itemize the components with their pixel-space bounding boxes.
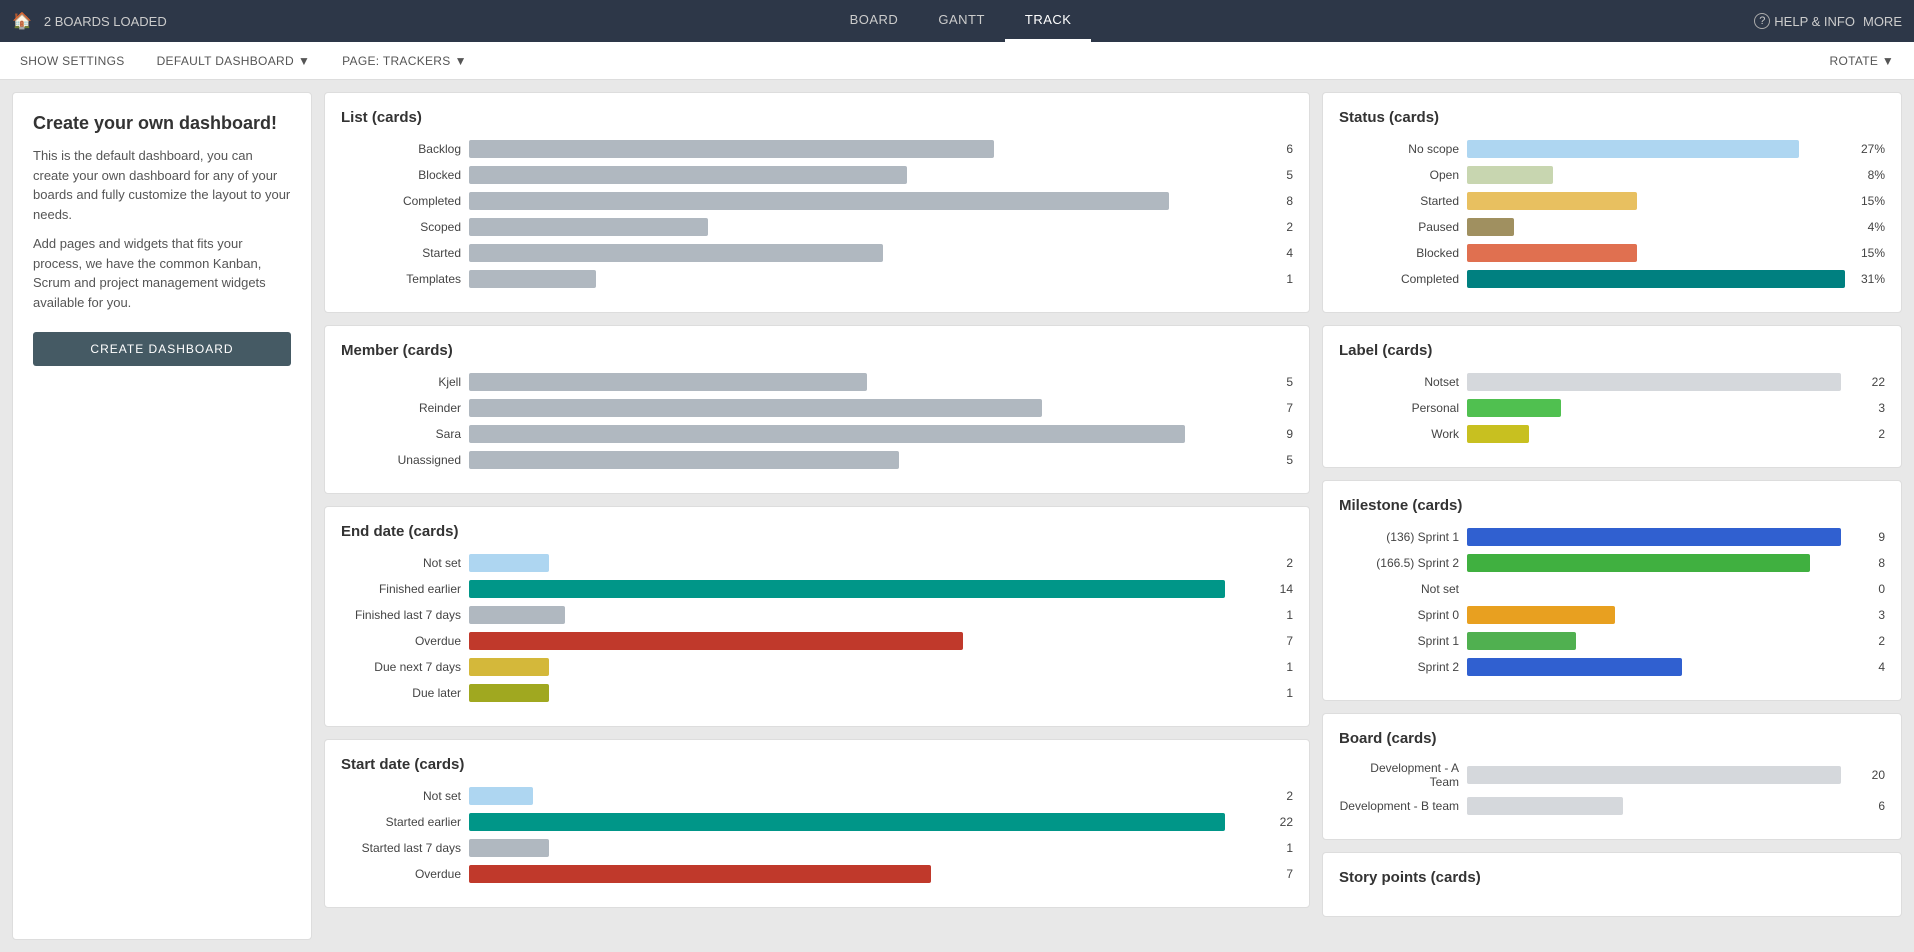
status-row: Paused 4% — [1339, 218, 1885, 236]
enddate-row: Not set 2 — [341, 554, 1293, 572]
boards-loaded-label: 2 BOARDS LOADED — [44, 14, 167, 29]
milestone-row: (136) Sprint 1 9 — [1339, 528, 1885, 546]
chevron-down-icon-2: ▼ — [455, 54, 467, 68]
member-cards-widget: Member (cards) Kjell 5 Reinder 7 Sara 9 … — [324, 325, 1310, 494]
nav-tabs: BOARD GANTT TRACK — [830, 0, 1092, 42]
storypoints-cards-widget: Story points (cards) — [1322, 852, 1902, 917]
milestone-row: (166.5) Sprint 2 8 — [1339, 554, 1885, 572]
member-row: Kjell 5 — [341, 373, 1293, 391]
enddate-cards-title: End date (cards) — [341, 523, 1293, 540]
list-cards-title: List (cards) — [341, 109, 1293, 126]
milestone-row: Sprint 1 2 — [1339, 632, 1885, 650]
list-cards-widget: List (cards) Backlog 6 Blocked 5 Complet… — [324, 92, 1310, 313]
right-nav: ? HELP & INFO MORE — [1754, 13, 1902, 29]
home-icon[interactable]: 🏠 — [12, 11, 32, 31]
status-cards-title: Status (cards) — [1339, 109, 1885, 126]
left-panel: Create your own dashboard! This is the d… — [12, 92, 312, 940]
tab-board[interactable]: BOARD — [830, 0, 919, 42]
member-row: Reinder 7 — [341, 399, 1293, 417]
storypoints-cards-title: Story points (cards) — [1339, 869, 1885, 886]
startdate-cards-title: Start date (cards) — [341, 756, 1293, 773]
tab-gantt[interactable]: GANTT — [918, 0, 1005, 42]
status-row: Completed 31% — [1339, 270, 1885, 288]
board-row: Development - A Team 20 — [1339, 761, 1885, 789]
label-cards-widget: Label (cards) Notset 22 Personal 3 Work … — [1322, 325, 1902, 468]
left-panel-title: Create your own dashboard! — [33, 113, 291, 134]
enddate-cards-widget: End date (cards) Not set 2 Finished earl… — [324, 506, 1310, 727]
page-trackers-button[interactable]: PAGE: TRACKERS ▼ — [334, 50, 475, 72]
default-dashboard-button[interactable]: DEFAULT DASHBOARD ▼ — [149, 50, 319, 72]
sub-nav: SHOW SETTINGS DEFAULT DASHBOARD ▼ PAGE: … — [0, 42, 1914, 80]
member-row: Unassigned 5 — [341, 451, 1293, 469]
status-row: Started 15% — [1339, 192, 1885, 210]
startdate-row: Started earlier 22 — [341, 813, 1293, 831]
enddate-row: Overdue 7 — [341, 632, 1293, 650]
list-row: Templates 1 — [341, 270, 1293, 288]
more-button[interactable]: MORE — [1863, 14, 1902, 29]
list-row: Backlog 6 — [341, 140, 1293, 158]
milestone-cards-widget: Milestone (cards) (136) Sprint 1 9 (166.… — [1322, 480, 1902, 701]
list-row: Blocked 5 — [341, 166, 1293, 184]
center-panel: List (cards) Backlog 6 Blocked 5 Complet… — [324, 92, 1310, 940]
chevron-down-icon: ▼ — [298, 54, 310, 68]
status-row: No scope 27% — [1339, 140, 1885, 158]
label-row: Work 2 — [1339, 425, 1885, 443]
startdate-row: Overdue 7 — [341, 865, 1293, 883]
milestone-row: Not set 0 — [1339, 580, 1885, 598]
left-panel-desc1: This is the default dashboard, you can c… — [33, 146, 291, 224]
board-row: Development - B team 6 — [1339, 797, 1885, 815]
top-nav: 🏠 2 BOARDS LOADED BOARD GANTT TRACK ? HE… — [0, 0, 1914, 42]
startdate-row: Not set 2 — [341, 787, 1293, 805]
right-panel: Status (cards) No scope 27% Open 8% Star… — [1322, 92, 1902, 940]
board-cards-widget: Board (cards) Development - A Team 20 De… — [1322, 713, 1902, 840]
label-row: Personal 3 — [1339, 399, 1885, 417]
left-panel-desc2: Add pages and widgets that fits your pro… — [33, 234, 291, 312]
startdate-cards-widget: Start date (cards) Not set 2 Started ear… — [324, 739, 1310, 908]
milestone-row: Sprint 0 3 — [1339, 606, 1885, 624]
default-dashboard-label: DEFAULT DASHBOARD — [157, 54, 294, 68]
tab-track[interactable]: TRACK — [1005, 0, 1092, 42]
startdate-row: Started last 7 days 1 — [341, 839, 1293, 857]
enddate-row: Due next 7 days 1 — [341, 658, 1293, 676]
enddate-row: Due later 1 — [341, 684, 1293, 702]
milestone-row: Sprint 2 4 — [1339, 658, 1885, 676]
member-row: Sara 9 — [341, 425, 1293, 443]
board-cards-title: Board (cards) — [1339, 730, 1885, 747]
list-row: Scoped 2 — [341, 218, 1293, 236]
status-row: Open 8% — [1339, 166, 1885, 184]
status-row: Blocked 15% — [1339, 244, 1885, 262]
status-cards-widget: Status (cards) No scope 27% Open 8% Star… — [1322, 92, 1902, 313]
milestone-cards-title: Milestone (cards) — [1339, 497, 1885, 514]
member-cards-title: Member (cards) — [341, 342, 1293, 359]
list-row: Completed 8 — [341, 192, 1293, 210]
label-row: Notset 22 — [1339, 373, 1885, 391]
list-row: Started 4 — [341, 244, 1293, 262]
show-settings-button[interactable]: SHOW SETTINGS — [12, 50, 133, 72]
rotate-button[interactable]: ROTATE ▼ — [1822, 50, 1903, 72]
create-dashboard-button[interactable]: CREATE DASHBOARD — [33, 332, 291, 366]
label-cards-title: Label (cards) — [1339, 342, 1885, 359]
enddate-row: Finished earlier 14 — [341, 580, 1293, 598]
main-content: Create your own dashboard! This is the d… — [0, 80, 1914, 952]
help-icon: ? — [1754, 13, 1770, 29]
help-label: HELP & INFO — [1774, 14, 1855, 29]
help-info-button[interactable]: ? HELP & INFO — [1754, 13, 1855, 29]
page-trackers-label: PAGE: TRACKERS — [342, 54, 450, 68]
enddate-row: Finished last 7 days 1 — [341, 606, 1293, 624]
list-cards-rows: Backlog 6 Blocked 5 Completed 8 Scoped — [341, 140, 1293, 288]
